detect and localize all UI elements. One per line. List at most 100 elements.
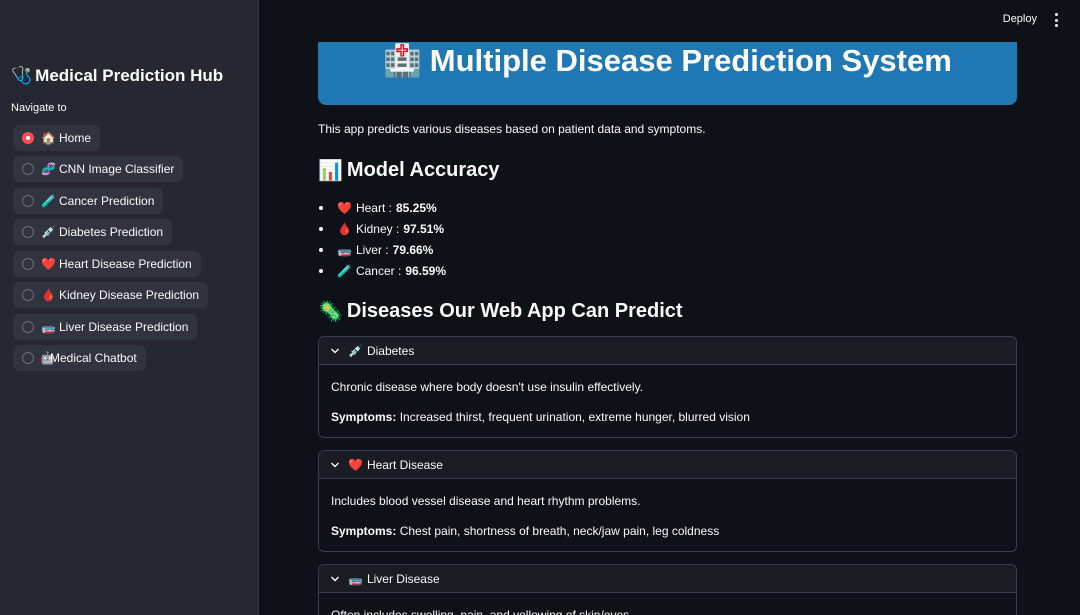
bullet bbox=[319, 226, 323, 231]
expander-body: Includes blood vessel disease and heart … bbox=[319, 479, 1016, 540]
symptoms-label: Symptoms: bbox=[331, 410, 397, 424]
dot bbox=[1054, 18, 1058, 22]
bar-chart-icon: 📊 bbox=[318, 160, 343, 182]
dot bbox=[1054, 24, 1058, 27]
test-tube-icon: 🧪 bbox=[41, 194, 56, 208]
expander-heart-disease: ❤️ Heart Disease Includes blood vessel d… bbox=[318, 450, 1017, 552]
page-title: 🏥 Multiple Disease Prediction System bbox=[383, 43, 952, 79]
radio-icon[interactable] bbox=[22, 226, 34, 238]
expander-header[interactable]: 🧫 Liver Disease bbox=[319, 565, 1016, 593]
list-item: ❤️ Heart : 85.25% bbox=[318, 197, 446, 218]
stethoscope-icon: 🩺 bbox=[11, 66, 33, 85]
expander-body: Often includes swelling, pain, and yello… bbox=[319, 593, 1016, 615]
disease-description: Chronic disease where body doesn't use i… bbox=[331, 380, 644, 394]
sidebar-item-heart-disease-prediction[interactable]: ❤️ Heart Disease Prediction bbox=[13, 251, 201, 277]
heart-icon: ❤️ bbox=[337, 200, 352, 215]
accuracy-value: 85.25% bbox=[395, 200, 437, 215]
accuracy-label: Kidney : bbox=[355, 221, 400, 236]
bullet bbox=[319, 268, 323, 273]
list-item: 🩸 Kidney : 97.51% bbox=[318, 218, 446, 239]
disease-symptoms: Symptoms: Increased thirst, frequent uri… bbox=[331, 408, 1004, 426]
chevron-down-icon bbox=[331, 576, 339, 581]
symptoms-label: Symptoms: bbox=[331, 524, 397, 538]
sidebar-item-label: Home bbox=[59, 131, 92, 145]
accuracy-value: 79.66% bbox=[392, 242, 434, 257]
sidebar-item-medical-chatbot[interactable]: 🤖 Medical Chatbot bbox=[13, 345, 146, 371]
sidebar-item-label: CNN Image Classifier bbox=[59, 162, 175, 176]
expander-title: Liver Disease bbox=[366, 571, 440, 586]
bullet bbox=[319, 205, 323, 210]
chevron-down-icon bbox=[331, 462, 339, 467]
home-icon: 🏠 bbox=[41, 131, 56, 145]
expander-diabetes: 💉 Diabetes Chronic disease where body do… bbox=[318, 336, 1017, 438]
sidebar-item-home[interactable]: 🏠 Home bbox=[13, 125, 101, 151]
syringe-icon: 💉 bbox=[348, 343, 363, 358]
symptoms-text: Increased thirst, frequent urination, ex… bbox=[399, 410, 750, 424]
bullet bbox=[319, 247, 323, 252]
blood-drop-icon: 🩸 bbox=[337, 221, 352, 236]
symptoms-text: Chest pain, shortness of breath, neck/ja… bbox=[399, 524, 720, 538]
sidebar-item-label: Heart Disease Prediction bbox=[59, 257, 192, 271]
sidebar-item-label: Kidney Disease Prediction bbox=[59, 288, 200, 302]
radio-icon[interactable] bbox=[22, 163, 34, 175]
accuracy-value: 96.59% bbox=[405, 263, 447, 278]
expander-title: Heart Disease bbox=[366, 457, 443, 472]
test-tube-icon: 🧪 bbox=[337, 263, 352, 278]
blood-drop-icon: 🩸 bbox=[41, 288, 56, 302]
expander-title: Diabetes bbox=[366, 343, 415, 358]
accuracy-heading: 📊 Model Accuracy bbox=[318, 158, 500, 183]
deploy-button[interactable]: Deploy bbox=[1003, 13, 1037, 25]
radio-icon[interactable] bbox=[22, 289, 34, 301]
sidebar-item-label: Medical Chatbot bbox=[50, 351, 137, 365]
hospital-icon: 🏥 bbox=[383, 43, 422, 78]
accuracy-heading-text: Model Accuracy bbox=[346, 159, 500, 181]
sidebar-item-label: Liver Disease Prediction bbox=[59, 320, 189, 334]
diseases-heading: 🦠 Diseases Our Web App Can Predict bbox=[318, 299, 683, 324]
disease-symptoms: Symptoms: Chest pain, shortness of breat… bbox=[331, 522, 1004, 540]
chevron-down-icon bbox=[331, 348, 339, 353]
syringe-icon: 💉 bbox=[41, 225, 56, 239]
disease-description: Includes blood vessel disease and heart … bbox=[331, 494, 641, 508]
expander-body: Chronic disease where body doesn't use i… bbox=[319, 365, 1016, 426]
list-item: 🧫 Liver : 79.66% bbox=[318, 239, 446, 260]
page-title-text: Multiple Disease Prediction System bbox=[429, 43, 952, 78]
accuracy-label: Heart : bbox=[355, 200, 392, 215]
expander-header[interactable]: 💉 Diabetes bbox=[319, 337, 1016, 365]
accuracy-label: Liver : bbox=[355, 242, 389, 257]
nav-label: Navigate to bbox=[11, 102, 67, 114]
petri-dish-icon: 🧫 bbox=[337, 242, 352, 257]
sidebar-item-label: Cancer Prediction bbox=[59, 194, 155, 208]
top-bar: Deploy bbox=[259, 0, 1080, 40]
sidebar-title: 🩺 Medical Prediction Hub bbox=[11, 66, 223, 86]
sidebar-title-text: Medical Prediction Hub bbox=[35, 66, 224, 85]
sidebar-item-kidney-disease-prediction[interactable]: 🩸 Kidney Disease Prediction bbox=[13, 282, 209, 308]
radio-icon[interactable] bbox=[22, 258, 34, 270]
radio-icon[interactable] bbox=[22, 352, 34, 364]
sidebar: 🩺 Medical Prediction Hub Navigate to 🏠 H… bbox=[0, 0, 259, 615]
sidebar-item-liver-disease-prediction[interactable]: 🧫 Liver Disease Prediction bbox=[13, 314, 198, 340]
radio-selected-icon[interactable] bbox=[22, 132, 34, 144]
sidebar-item-label: Diabetes Prediction bbox=[59, 225, 164, 239]
diseases-heading-text: Diseases Our Web App Can Predict bbox=[346, 300, 683, 322]
sidebar-item-diabetes-prediction[interactable]: 💉 Diabetes Prediction bbox=[13, 219, 173, 245]
expander-header[interactable]: ❤️ Heart Disease bbox=[319, 451, 1016, 479]
radio-icon[interactable] bbox=[22, 195, 34, 207]
intro-text: This app predicts various diseases based… bbox=[318, 122, 706, 136]
expander-liver-disease: 🧫 Liver Disease Often includes swelling,… bbox=[318, 564, 1017, 615]
dna-icon: 🧬 bbox=[41, 162, 56, 176]
accuracy-list: ❤️ Heart : 85.25% 🩸 Kidney : 97.51% 🧫 Li… bbox=[318, 197, 446, 281]
robot-icon: 🤖 bbox=[40, 351, 55, 365]
sidebar-item-cancer-prediction[interactable]: 🧪 Cancer Prediction bbox=[13, 188, 164, 214]
accuracy-value: 97.51% bbox=[403, 221, 445, 236]
radio-icon[interactable] bbox=[22, 321, 34, 333]
sidebar-item-cnn-image-classifier[interactable]: 🧬 CNN Image Classifier bbox=[13, 156, 184, 182]
heart-icon: ❤️ bbox=[41, 257, 56, 271]
petri-dish-icon: 🧫 bbox=[348, 571, 363, 586]
more-menu-icon[interactable] bbox=[1052, 13, 1060, 27]
title-banner: 🏥 Multiple Disease Prediction System bbox=[318, 42, 1017, 105]
accuracy-label: Cancer : bbox=[355, 263, 402, 278]
petri-dish-icon: 🧫 bbox=[41, 320, 56, 334]
list-item: 🧪 Cancer : 96.59% bbox=[318, 260, 446, 281]
disease-description: Often includes swelling, pain, and yello… bbox=[331, 608, 633, 615]
heart-icon: ❤️ bbox=[348, 457, 363, 472]
